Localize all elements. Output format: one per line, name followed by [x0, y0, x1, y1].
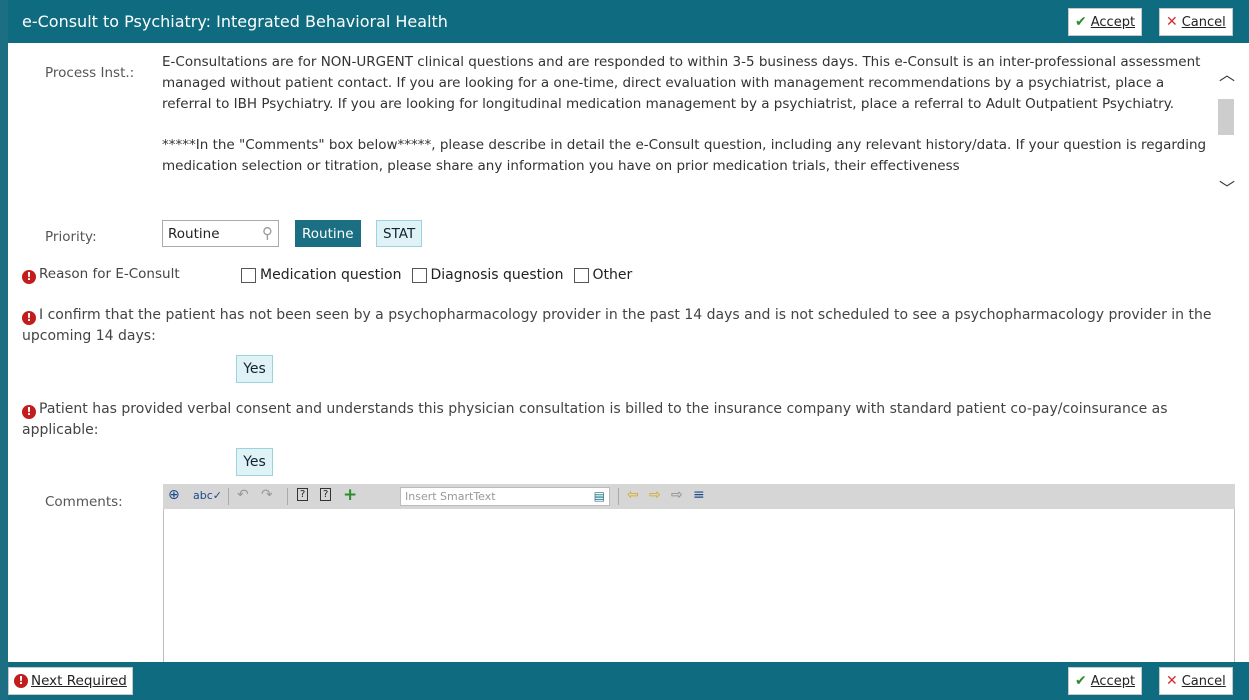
medication-question-checkbox[interactable]: Medication question — [241, 267, 402, 283]
cancel-label: Cancel — [1181, 673, 1226, 689]
diagnosis-question-label: Diagnosis question — [430, 267, 564, 283]
other-label: Other — [592, 267, 633, 283]
cancel-label: Cancel — [1181, 14, 1226, 30]
arrow-right-icon[interactable]: ⇨ — [649, 487, 661, 503]
cancel-button-top[interactable]: ✕ Cancel — [1159, 8, 1233, 36]
comments-label: Comments: — [45, 494, 123, 510]
process-instructions[interactable]: E-Consultations are for NON-URGENT clini… — [162, 52, 1212, 207]
process-paragraph-2: *****In the "Comments" box below*****, p… — [162, 137, 1207, 174]
help-icon[interactable]: ? — [297, 488, 309, 501]
search-icon[interactable]: ⚲ — [262, 224, 273, 242]
arrow-left-icon[interactable]: ⇦ — [627, 487, 639, 503]
smarttext-placeholder: Insert SmartText — [405, 490, 496, 503]
required-icon: ! — [22, 270, 36, 284]
priority-routine-button[interactable]: Routine — [295, 220, 361, 247]
reason-options: Medication question Diagnosis question O… — [241, 267, 642, 283]
checkmark-icon: ✔ — [1075, 14, 1087, 30]
confirm-text: I confirm that the patient has not been … — [22, 307, 1212, 344]
close-icon: ✕ — [1166, 14, 1178, 30]
accept-button-bottom[interactable]: ✔ Accept — [1068, 667, 1143, 695]
accept-label: Accept — [1090, 14, 1136, 30]
process-paragraph-1: E-Consultations are for NON-URGENT clini… — [162, 54, 1201, 112]
close-icon: ✕ — [1166, 673, 1178, 689]
priority-input[interactable]: Routine ⚲ — [162, 220, 279, 247]
required-icon: ! — [22, 311, 36, 325]
cancel-button-bottom[interactable]: ✕ Cancel — [1159, 667, 1233, 695]
add-icon[interactable]: + — [343, 485, 357, 505]
window-edge — [0, 0, 8, 700]
zoom-icon[interactable]: ⊕ — [168, 487, 180, 503]
reason-label: Reason for E-Consult — [39, 266, 180, 282]
smarttext-list-icon[interactable]: ▤ — [594, 489, 605, 503]
consent-text: Patient has provided verbal consent and … — [22, 401, 1168, 438]
form-content: Process Inst.: E-Consultations are for N… — [8, 43, 1249, 679]
diagnosis-question-checkbox[interactable]: Diagnosis question — [411, 267, 564, 283]
checkbox-box[interactable] — [241, 267, 256, 283]
checkbox-box[interactable] — [411, 267, 427, 283]
header-bar: e-Consult to Psychiatry: Integrated Beha… — [8, 0, 1249, 43]
window-title: e-Consult to Psychiatry: Integrated Beha… — [22, 12, 448, 31]
next-required-button[interactable]: ! Next Required — [8, 667, 133, 695]
insert-text-icon[interactable]: ≡ — [693, 487, 705, 503]
required-icon: ! — [22, 405, 36, 419]
consent-question: ! Patient has provided verbal consent and… — [22, 399, 1242, 441]
erase-icon[interactable]: ⇨ — [671, 487, 683, 503]
toolbar-divider — [287, 488, 288, 505]
chevron-up-icon[interactable]: ︿ — [1219, 61, 1235, 85]
toolbar-divider — [228, 488, 229, 505]
comments-textarea[interactable] — [163, 509, 1235, 679]
confirm-question: ! I confirm that the patient has not been… — [22, 305, 1242, 347]
consent-yes-button[interactable]: Yes — [236, 448, 273, 476]
priority-stat-button[interactable]: STAT — [376, 220, 423, 247]
chevron-down-icon[interactable]: ﹀ — [1219, 175, 1235, 199]
priority-value: Routine — [168, 226, 220, 242]
next-required-label: Next Required — [31, 673, 127, 689]
econsult-window: e-Consult to Psychiatry: Integrated Beha… — [0, 0, 1249, 700]
footer-bar: ! Next Required ✔ Accept ✕ Cancel — [8, 662, 1249, 700]
undo-icon[interactable]: ↶ — [237, 487, 249, 503]
comments-toolbar: ⊕ abc✓ ↶ ↷ ? ? + Insert SmartText ▤ ⇦ ⇨ … — [163, 484, 1235, 509]
process-scrollbar[interactable]: ︿ ﹀ — [1216, 53, 1236, 203]
required-icon: ! — [14, 674, 28, 688]
confirm-yes-button[interactable]: Yes — [236, 355, 273, 383]
checkbox-box[interactable] — [573, 267, 589, 283]
checkmark-icon: ✔ — [1075, 673, 1087, 689]
process-label: Process Inst.: — [45, 65, 135, 81]
smartlist-icon[interactable]: ? — [320, 488, 332, 501]
reason-label-row: ! Reason for E-Consult — [22, 266, 180, 284]
toolbar-divider — [618, 488, 619, 505]
scrollbar-thumb[interactable] — [1218, 99, 1234, 135]
other-checkbox[interactable]: Other — [573, 267, 633, 283]
accept-label: Accept — [1090, 673, 1136, 689]
priority-label: Priority: — [45, 229, 97, 245]
redo-icon[interactable]: ↷ — [261, 487, 273, 503]
smarttext-input[interactable]: Insert SmartText ▤ — [400, 487, 610, 506]
spellcheck-icon[interactable]: abc✓ — [193, 489, 222, 502]
medication-question-label: Medication question — [260, 267, 402, 283]
accept-button-top[interactable]: ✔ Accept — [1068, 8, 1143, 36]
